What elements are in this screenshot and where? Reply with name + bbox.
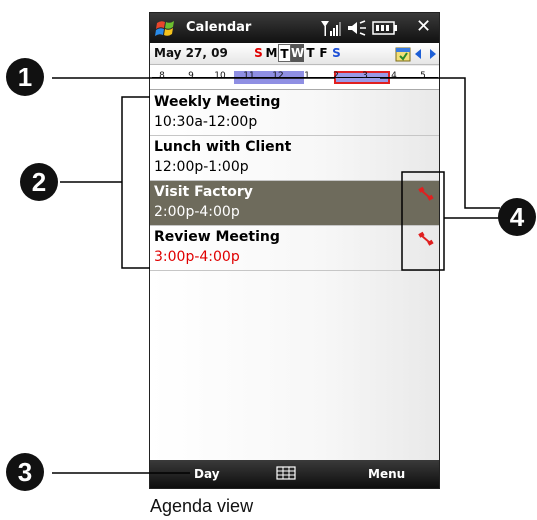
battery-icon[interactable] — [372, 20, 398, 36]
appointment-time: 3:00p-4:00p — [154, 249, 240, 265]
callout-badge-1: 1 — [6, 58, 44, 96]
previous-day-icon[interactable] — [412, 47, 424, 61]
timeline-hour: 10 — [214, 71, 226, 81]
appointment-title: Visit Factory — [154, 184, 253, 200]
timeline-hour: 5 — [420, 71, 426, 81]
conflict-icon — [418, 186, 434, 201]
callout-badge-2: 2 — [20, 163, 58, 201]
date-bar: May 27, 09 S M T W T F S — [150, 43, 439, 65]
appointment-item[interactable]: Lunch with Client 12:00p-1:00p — [150, 136, 439, 181]
appointment-time: 12:00p-1:00p — [154, 159, 249, 175]
timeline-hour: 11 — [243, 71, 255, 81]
appointment-item-selected[interactable]: Visit Factory 2:00p-4:00p — [150, 181, 439, 226]
menu-softkey[interactable]: Menu — [368, 467, 405, 481]
day-timeline[interactable]: 8 9 10 11 12 1 2 3 4 5 — [150, 66, 439, 90]
timeline-hour: 2 — [333, 71, 339, 81]
timeline-hour: 8 — [159, 71, 165, 81]
app-title: Calendar — [186, 20, 252, 35]
weekday-wed-selected[interactable]: W — [291, 44, 304, 62]
appointment-title: Weekly Meeting — [154, 94, 281, 110]
current-date[interactable]: May 27, 09 — [154, 46, 228, 60]
figure-caption: Agenda view — [150, 496, 254, 516]
goto-today-icon[interactable] — [394, 45, 412, 63]
appointment-time: 2:00p-4:00p — [154, 204, 240, 220]
next-day-icon[interactable] — [427, 47, 439, 61]
windows-start-icon[interactable] — [154, 17, 180, 39]
timeline-hour: 3 — [362, 71, 368, 81]
callout-badge-4: 4 — [498, 198, 536, 236]
appointment-time: 10:30a-12:00p — [154, 114, 258, 130]
day-softkey[interactable]: Day — [194, 467, 220, 481]
title-bar: Calendar ✕ — [150, 13, 439, 43]
signal-strength-icon[interactable] — [320, 19, 342, 37]
phone-screen: Calendar ✕ May 27, 09 S M T W T F S 8 9 … — [149, 12, 440, 489]
weekday-mon[interactable]: M — [265, 44, 278, 62]
appointment-item[interactable]: Review Meeting 3:00p-4:00p — [150, 226, 439, 271]
close-icon[interactable]: ✕ — [416, 16, 431, 38]
conflict-icon — [418, 231, 434, 246]
grid-view-icon[interactable] — [276, 466, 296, 480]
timeline-hour: 1 — [304, 71, 310, 81]
weekday-sat[interactable]: S — [330, 44, 343, 62]
timeline-hour: 12 — [272, 71, 284, 81]
agenda-list: Weekly Meeting 10:30a-12:00p Lunch with … — [150, 91, 439, 271]
appointment-item[interactable]: Weekly Meeting 10:30a-12:00p — [150, 91, 439, 136]
timeline-hour: 4 — [391, 71, 397, 81]
appointment-title: Lunch with Client — [154, 139, 292, 155]
soft-key-bar: Day Menu — [150, 460, 439, 488]
appointment-title: Review Meeting — [154, 229, 280, 245]
weekday-tue-today[interactable]: T — [278, 44, 291, 62]
volume-icon[interactable] — [346, 19, 368, 37]
week-strip: S M T W T F S — [252, 44, 343, 62]
weekday-thu[interactable]: T — [304, 44, 317, 62]
timeline-hour: 9 — [188, 71, 194, 81]
callout-badge-3: 3 — [6, 453, 44, 491]
weekday-sun[interactable]: S — [252, 44, 265, 62]
weekday-fri[interactable]: F — [317, 44, 330, 62]
